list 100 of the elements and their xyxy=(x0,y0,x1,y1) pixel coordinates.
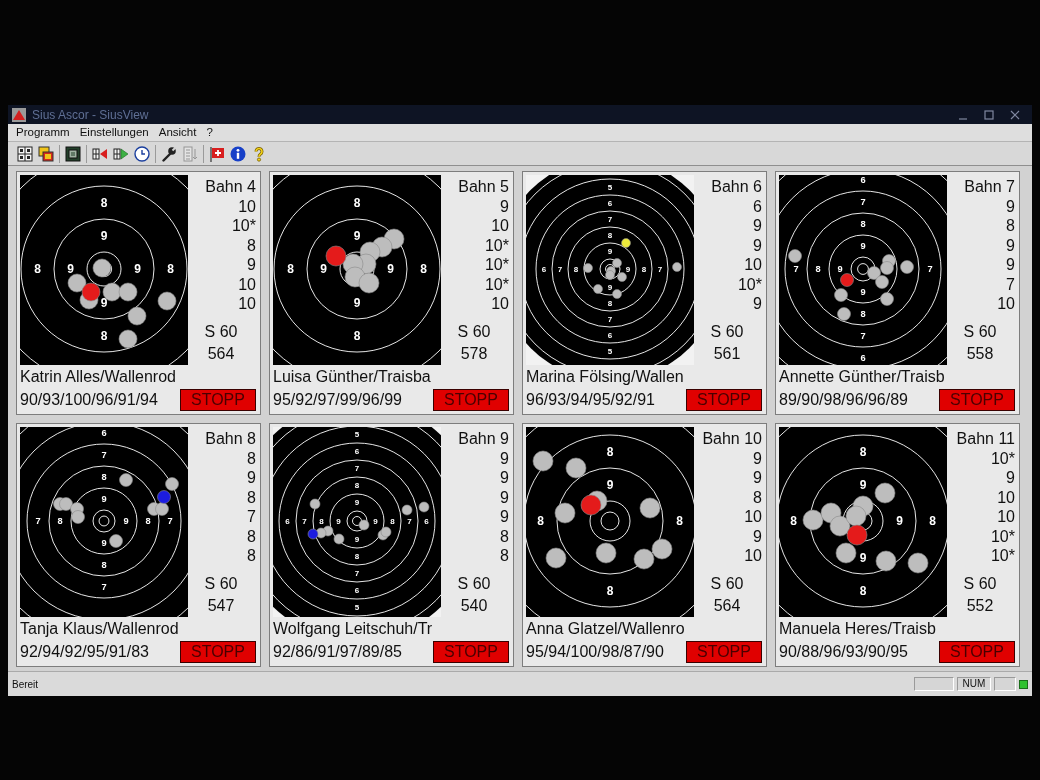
stop-button[interactable]: STOPP xyxy=(433,641,509,663)
screen-icon[interactable] xyxy=(65,145,81,162)
ring-number: 8 xyxy=(929,514,936,529)
shot-score: 8 xyxy=(500,526,509,547)
ring-number: 8 xyxy=(607,230,613,240)
stop-button[interactable]: STOPP xyxy=(686,389,762,411)
shot-score: 6 xyxy=(753,197,762,217)
shot-score: 8 xyxy=(500,546,509,566)
shot-hole xyxy=(333,533,345,545)
ring-number: 8 xyxy=(606,444,614,459)
ring-number: 8 xyxy=(353,195,361,210)
ring-number: 6 xyxy=(285,516,290,526)
ring-number: 7 xyxy=(167,516,173,527)
inner-ten-ring xyxy=(857,263,869,275)
total-score: 558 xyxy=(966,344,994,364)
ring-number: 7 xyxy=(35,516,41,527)
ring-number: 9 xyxy=(100,228,108,243)
shot-score: 7 xyxy=(247,507,256,527)
shot-hole xyxy=(880,261,894,275)
close-icon[interactable] xyxy=(1010,109,1020,120)
shot-hole xyxy=(119,473,133,487)
forward-arrow-icon[interactable] xyxy=(113,145,129,162)
windows-icon[interactable] xyxy=(38,145,54,162)
stop-button[interactable]: STOPP xyxy=(686,641,762,663)
flag-icon[interactable] xyxy=(209,145,225,162)
shot-hole xyxy=(633,548,655,570)
ring-number: 5 xyxy=(354,430,360,440)
stop-button[interactable]: STOPP xyxy=(180,389,256,411)
series-scores: 92/86/91/97/89/85 xyxy=(273,642,402,662)
shot-score: 9 xyxy=(500,197,509,217)
series-scores: 90/88/96/93/90/95 xyxy=(779,642,908,662)
ring-number: 6 xyxy=(354,586,360,596)
shot-score: 9 xyxy=(247,255,256,275)
ring-number: 9 xyxy=(860,287,866,298)
ring-number: 8 xyxy=(319,516,324,526)
ring-number: 9 xyxy=(100,295,108,310)
ring-number: 9 xyxy=(353,295,361,310)
ring-number: 8 xyxy=(167,262,174,277)
total-score: 564 xyxy=(207,344,235,364)
ring-number: 8 xyxy=(607,298,613,308)
ring-number: 8 xyxy=(34,262,41,277)
total-score: 578 xyxy=(460,344,488,364)
shot-score: 8 xyxy=(247,526,256,547)
clock-icon[interactable] xyxy=(134,145,150,162)
shot-score: 10 xyxy=(238,274,256,295)
shot-score: 8 xyxy=(247,546,256,566)
menu-item[interactable]: Ansicht xyxy=(153,125,202,140)
lane-label: Bahn 5 xyxy=(458,177,509,197)
stop-button[interactable]: STOPP xyxy=(939,389,1015,411)
shot-score: 8 xyxy=(1006,216,1015,236)
shot-score: 9 xyxy=(753,468,762,488)
menu-item[interactable]: Programm xyxy=(11,125,75,140)
shot-hole xyxy=(829,515,851,537)
shot-score: 9 xyxy=(500,487,509,508)
ring-number: 7 xyxy=(557,264,563,274)
ring-number: 9 xyxy=(607,246,613,256)
ring-number: 9 xyxy=(354,498,360,508)
status-panel xyxy=(914,677,954,691)
ring-number: 9 xyxy=(336,516,341,526)
shot-hole xyxy=(554,502,576,524)
ring-number: 9 xyxy=(320,262,327,277)
shot-score: 9 xyxy=(1006,468,1015,488)
shot-hole xyxy=(639,497,661,519)
menu-item[interactable]: ? xyxy=(201,125,218,140)
shot-count: S 60 xyxy=(963,574,997,594)
shot-score: 10 xyxy=(238,294,256,314)
shot-score: 10* xyxy=(737,274,762,295)
shooter-name: Anna Glatzel/Wallenro xyxy=(526,619,685,639)
shot-score: 10 xyxy=(744,507,762,527)
ring-number: 8 xyxy=(100,195,108,210)
shot-score: 8 xyxy=(247,449,256,469)
shot-score: 8 xyxy=(247,235,256,256)
stop-button[interactable]: STOPP xyxy=(939,641,1015,663)
ring-number: 7 xyxy=(607,214,613,224)
maximize-icon[interactable] xyxy=(984,109,994,120)
lane-label: Bahn 10 xyxy=(702,429,762,449)
num-lock-indicator: NUM xyxy=(957,677,991,691)
stop-button[interactable]: STOPP xyxy=(433,389,509,411)
shot-score: 9 xyxy=(500,449,509,469)
ring-number: 7 xyxy=(793,264,799,275)
lane-label: Bahn 11 xyxy=(956,429,1015,449)
shooter-name: Annette Günther/Traisb xyxy=(779,367,945,387)
wrench-icon[interactable] xyxy=(161,145,177,162)
shot-score: 10 xyxy=(491,294,509,314)
back-arrow-icon[interactable] xyxy=(92,145,108,162)
shot-count: S 60 xyxy=(457,574,491,594)
shot-count: S 60 xyxy=(204,322,238,342)
total-score: 540 xyxy=(460,596,488,616)
shot-hole xyxy=(118,282,138,302)
shot-hole xyxy=(867,266,881,280)
shot-hole xyxy=(109,534,123,548)
menu-item[interactable]: Einstellungen xyxy=(74,125,154,140)
ring-number: 6 xyxy=(541,264,547,274)
info-icon[interactable] xyxy=(230,145,246,162)
ring-number: 9 xyxy=(896,514,903,529)
grid-icon[interactable] xyxy=(17,145,33,162)
inner-ten-ring xyxy=(98,515,110,527)
ring-number: 9 xyxy=(859,477,867,492)
ring-number: 7 xyxy=(407,516,412,526)
stop-button[interactable]: STOPP xyxy=(180,641,256,663)
